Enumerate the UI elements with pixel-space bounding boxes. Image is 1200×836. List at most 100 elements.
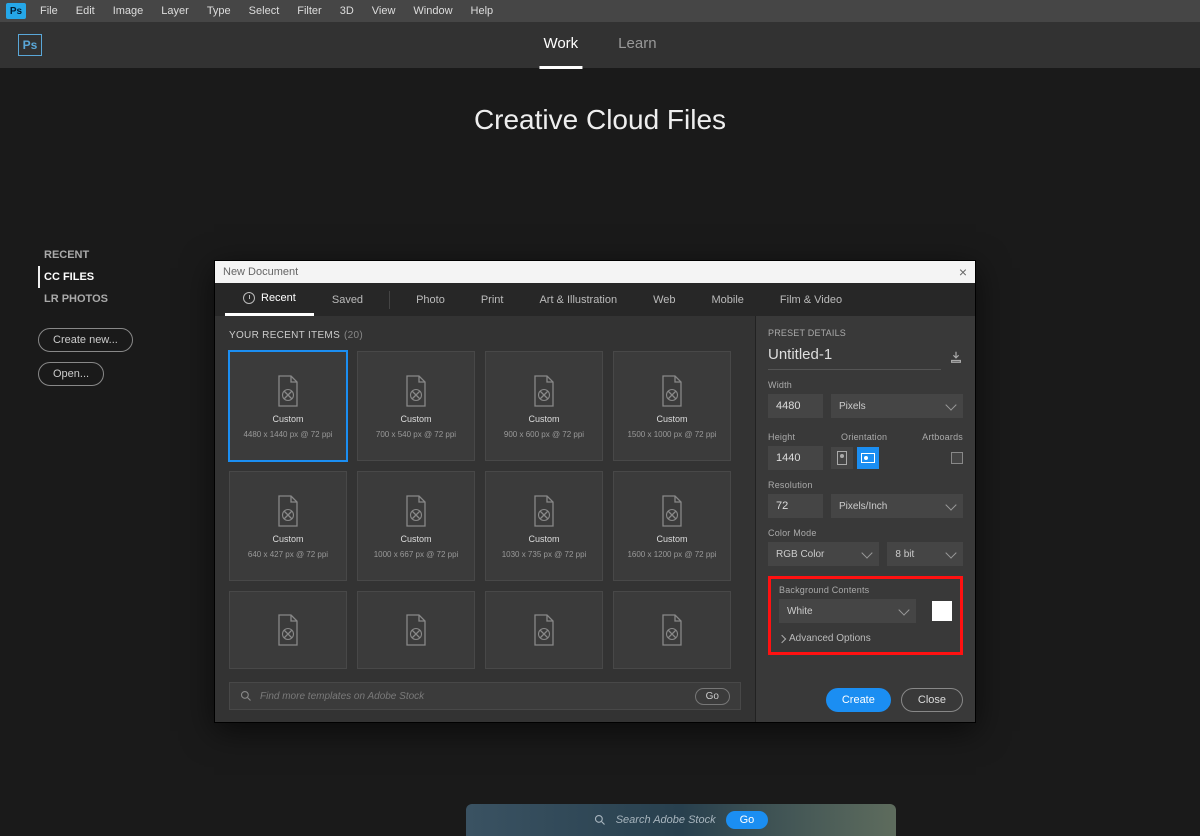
- height-label: Height: [768, 432, 823, 442]
- preset-item[interactable]: Custom 1030 x 735 px @ 72 ppi: [485, 471, 603, 581]
- menu-select[interactable]: Select: [241, 3, 288, 19]
- dlg-tab-saved[interactable]: Saved: [314, 283, 381, 316]
- preset-dims: 900 x 600 px @ 72 ppi: [504, 430, 584, 439]
- menu-type[interactable]: Type: [199, 3, 239, 19]
- dlg-tab-mobile[interactable]: Mobile: [694, 283, 762, 316]
- menu-view[interactable]: View: [364, 3, 404, 19]
- open-button[interactable]: Open...: [38, 362, 104, 386]
- dlg-tab-print[interactable]: Print: [463, 283, 522, 316]
- menu-file[interactable]: File: [32, 3, 66, 19]
- dlg-tab-recent[interactable]: Recent: [225, 283, 314, 316]
- preset-title: Custom: [528, 534, 559, 544]
- preset-item[interactable]: [229, 591, 347, 669]
- workspace: Creative Cloud Files RECENT CC FILES LR …: [0, 104, 1200, 836]
- app-logo: Ps: [6, 3, 26, 19]
- save-preset-icon[interactable]: [949, 350, 963, 364]
- width-input[interactable]: [768, 394, 823, 418]
- stock-search-input[interactable]: Find more templates on Adobe Stock: [260, 691, 687, 702]
- preset-dims: 1000 x 667 px @ 72 ppi: [374, 550, 459, 559]
- dialog-close-button[interactable]: ×: [959, 264, 967, 280]
- create-new-button[interactable]: Create new...: [38, 328, 133, 352]
- chevron-down-icon: [945, 499, 956, 510]
- preset-title: Custom: [400, 414, 431, 424]
- resolution-units-select[interactable]: Pixels/Inch: [831, 494, 963, 518]
- bg-contents-select[interactable]: White: [779, 599, 916, 623]
- file-icon: [403, 374, 429, 408]
- units-select[interactable]: Pixels: [831, 394, 963, 418]
- stock-strip-search-input[interactable]: Search Adobe Stock: [616, 814, 716, 826]
- preset-item[interactable]: Custom 700 x 540 px @ 72 ppi: [357, 351, 475, 461]
- file-icon: [275, 374, 301, 408]
- file-icon: [659, 613, 685, 647]
- close-button[interactable]: Close: [901, 688, 963, 712]
- menu-layer[interactable]: Layer: [153, 3, 197, 19]
- bit-depth-select[interactable]: 8 bit: [887, 542, 963, 566]
- preset-item[interactable]: [613, 591, 731, 669]
- menu-3d[interactable]: 3D: [332, 3, 362, 19]
- file-icon: [275, 613, 301, 647]
- file-icon: [659, 494, 685, 528]
- menu-filter[interactable]: Filter: [289, 3, 329, 19]
- preset-item[interactable]: [485, 591, 603, 669]
- tab-work[interactable]: Work: [539, 21, 582, 69]
- appbar: Ps Work Learn: [0, 22, 1200, 68]
- tab-learn[interactable]: Learn: [614, 21, 660, 69]
- dlg-tab-recent-label: Recent: [261, 292, 296, 304]
- preset-name-input[interactable]: Untitled-1: [768, 342, 941, 370]
- dlg-tab-web[interactable]: Web: [635, 283, 693, 316]
- file-icon: [531, 494, 557, 528]
- preset-item[interactable]: Custom 640 x 427 px @ 72 ppi: [229, 471, 347, 581]
- dlg-tab-photo[interactable]: Photo: [398, 283, 463, 316]
- adobe-stock-strip: Search Adobe Stock Go: [466, 804, 896, 836]
- file-icon: [403, 613, 429, 647]
- preset-item[interactable]: Custom 1500 x 1000 px @ 72 ppi: [613, 351, 731, 461]
- color-mode-select[interactable]: RGB Color: [768, 542, 879, 566]
- preset-dims: 1500 x 1000 px @ 72 ppi: [627, 430, 716, 439]
- orientation-landscape-button[interactable]: [857, 447, 879, 469]
- create-button[interactable]: Create: [826, 688, 891, 712]
- menu-help[interactable]: Help: [463, 3, 502, 19]
- page-title: Creative Cloud Files: [0, 104, 1200, 136]
- file-icon: [531, 374, 557, 408]
- preset-dims: 1030 x 735 px @ 72 ppi: [502, 550, 587, 559]
- color-mode-label: Color Mode: [768, 528, 963, 538]
- orientation-portrait-button[interactable]: [831, 447, 853, 469]
- height-input[interactable]: [768, 446, 823, 470]
- artboards-checkbox[interactable]: [951, 452, 963, 464]
- stock-search-bar: Find more templates on Adobe Stock Go: [229, 682, 741, 710]
- menu-image[interactable]: Image: [105, 3, 152, 19]
- stock-strip-go-button[interactable]: Go: [726, 811, 769, 829]
- background-contents-highlight: Background Contents White Advanced Optio…: [768, 576, 963, 655]
- ps-logo-icon: Ps: [18, 34, 42, 56]
- file-icon: [275, 494, 301, 528]
- preset-title: Custom: [272, 534, 303, 544]
- preset-item[interactable]: Custom 900 x 600 px @ 72 ppi: [485, 351, 603, 461]
- advanced-options-toggle[interactable]: Advanced Options: [779, 633, 952, 644]
- file-icon: [659, 374, 685, 408]
- stock-go-button[interactable]: Go: [695, 688, 730, 705]
- chevron-down-icon: [945, 399, 956, 410]
- preset-details-panel: PRESET DETAILS Untitled-1 Width Pixels H…: [756, 316, 975, 722]
- preset-item[interactable]: Custom 4480 x 1440 px @ 72 ppi: [229, 351, 347, 461]
- dlg-tab-film[interactable]: Film & Video: [762, 283, 860, 316]
- resolution-input[interactable]: [768, 494, 823, 518]
- orientation-label: Orientation: [841, 432, 887, 442]
- width-label: Width: [768, 380, 963, 390]
- preset-dims: 4480 x 1440 px @ 72 ppi: [243, 430, 332, 439]
- sidebar-item-lrphotos[interactable]: LR PHOTOS: [38, 288, 133, 310]
- search-icon: [240, 690, 252, 702]
- menubar: Ps File Edit Image Layer Type Select Fil…: [0, 0, 1200, 22]
- menu-window[interactable]: Window: [405, 3, 460, 19]
- preset-title: Custom: [528, 414, 559, 424]
- search-icon: [594, 814, 606, 826]
- sidebar-item-recent[interactable]: RECENT: [38, 244, 133, 266]
- sidebar-item-ccfiles[interactable]: CC FILES: [38, 266, 133, 288]
- preset-item[interactable]: [357, 591, 475, 669]
- preset-item[interactable]: Custom 1600 x 1200 px @ 72 ppi: [613, 471, 731, 581]
- preset-item[interactable]: Custom 1000 x 667 px @ 72 ppi: [357, 471, 475, 581]
- preset-dims: 640 x 427 px @ 72 ppi: [248, 550, 328, 559]
- dlg-tab-art[interactable]: Art & Illustration: [521, 283, 635, 316]
- preset-title: Custom: [400, 534, 431, 544]
- bg-color-swatch[interactable]: [932, 601, 952, 621]
- menu-edit[interactable]: Edit: [68, 3, 103, 19]
